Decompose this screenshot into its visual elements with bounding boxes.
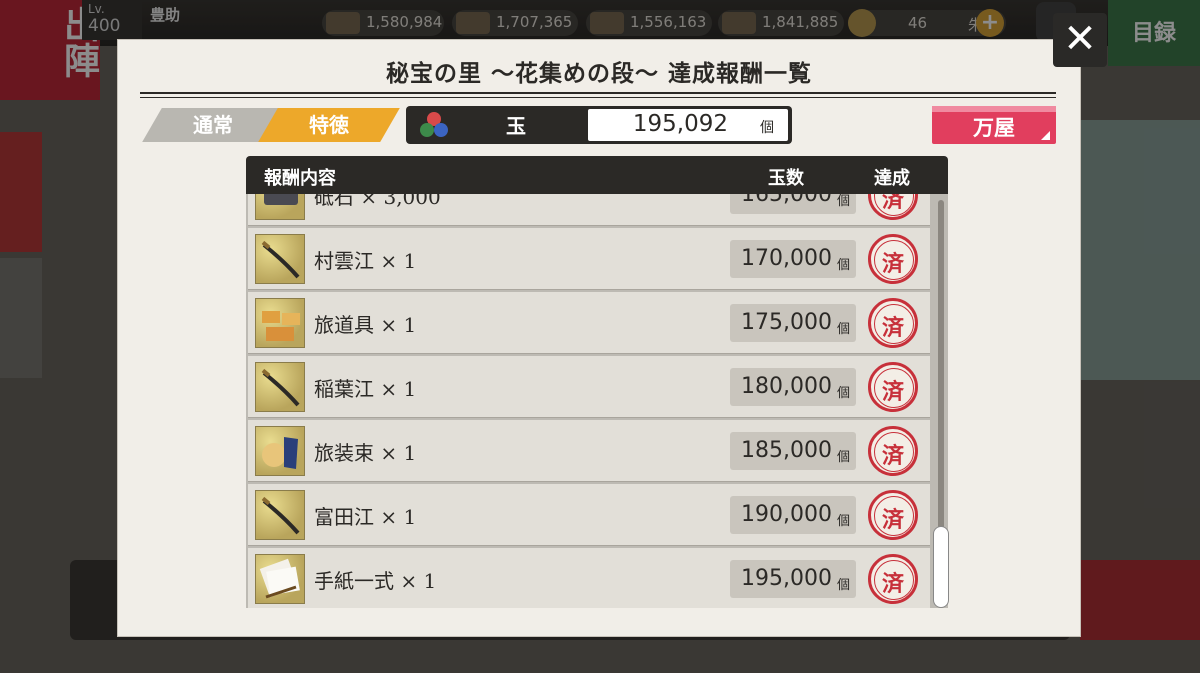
title-divider bbox=[140, 92, 1056, 94]
reward-amount: 175,000 bbox=[741, 310, 832, 335]
close-icon[interactable]: ✕ bbox=[1053, 13, 1107, 67]
reward-unit: 個 bbox=[836, 450, 850, 465]
reward-amount: 180,000 bbox=[741, 374, 832, 399]
reward-row: 稲葉江 × 1 180,000 個 済 bbox=[248, 356, 930, 418]
shop-button[interactable]: 万屋 bbox=[932, 106, 1056, 144]
completed-stamp-icon: 済 bbox=[868, 362, 918, 412]
gem-value-box: 195,092 個 bbox=[588, 109, 788, 141]
gem-label: 玉 bbox=[506, 114, 526, 138]
reward-unit: 個 bbox=[836, 322, 850, 337]
reward-name: 村雲江 × 1 bbox=[314, 249, 417, 273]
reward-row: 砥石 × 3,000 165,000 個 済 bbox=[248, 194, 930, 226]
gem-value: 195,092 bbox=[632, 111, 728, 137]
sword-icon bbox=[255, 234, 305, 284]
reward-gem-cost: 185,000 個 bbox=[730, 432, 856, 470]
stamp-label: 済 bbox=[881, 194, 904, 213]
reward-rows: 砥石 × 3,000 165,000 個 済 村雲江 × 1 170,000 個 bbox=[248, 194, 930, 608]
reward-row: 村雲江 × 1 170,000 個 済 bbox=[248, 228, 930, 290]
sword-icon bbox=[255, 490, 305, 540]
completed-stamp-icon: 済 bbox=[868, 490, 918, 540]
tab-special[interactable]: 特徳 bbox=[258, 108, 400, 142]
modal-title: 秘宝の里 ～花集めの段～ 達成報酬一覧 bbox=[385, 60, 812, 87]
reward-list[interactable]: 砥石 × 3,000 165,000 個 済 村雲江 × 1 170,000 個 bbox=[246, 194, 948, 608]
whetstone-icon bbox=[255, 194, 305, 220]
letter-set-icon bbox=[255, 554, 305, 604]
reward-amount: 165,000 bbox=[741, 194, 832, 207]
completed-stamp-icon: 済 bbox=[868, 298, 918, 348]
stamp-label: 済 bbox=[881, 379, 904, 405]
stamp-label: 済 bbox=[881, 443, 904, 469]
reward-name: 砥石 × 3,000 bbox=[314, 194, 441, 209]
sword-icon bbox=[255, 362, 305, 412]
reward-gem-cost: 190,000 個 bbox=[730, 496, 856, 534]
reward-unit: 個 bbox=[836, 258, 850, 273]
reward-row: 富田江 × 1 190,000 個 済 bbox=[248, 484, 930, 546]
reward-row: 旅装束 × 1 185,000 個 済 bbox=[248, 420, 930, 482]
scrollbar-thumb[interactable] bbox=[933, 526, 949, 608]
gem-unit: 個 bbox=[760, 120, 774, 136]
stamp-label: 済 bbox=[881, 251, 904, 277]
reward-name: 旅道具 × 1 bbox=[314, 313, 417, 337]
travel-outfit-icon bbox=[255, 426, 305, 476]
reward-unit: 個 bbox=[836, 514, 850, 529]
travel-kit-icon bbox=[255, 298, 305, 348]
reward-gem-cost: 170,000 個 bbox=[730, 240, 856, 278]
header-content: 報酬内容 bbox=[264, 168, 336, 189]
header-count: 玉数 bbox=[768, 168, 804, 189]
tab-special-label: 特徳 bbox=[309, 113, 349, 137]
reward-amount: 195,000 bbox=[741, 566, 832, 591]
reward-unit: 個 bbox=[836, 386, 850, 401]
completed-stamp-icon: 済 bbox=[868, 426, 918, 476]
reward-name: 富田江 × 1 bbox=[314, 505, 417, 529]
reward-name: 稲葉江 × 1 bbox=[314, 377, 417, 401]
reward-gem-cost: 175,000 個 bbox=[730, 304, 856, 342]
gem-icon bbox=[420, 112, 448, 137]
reward-amount: 190,000 bbox=[741, 502, 832, 527]
gem-counter: 玉 195,092 個 bbox=[406, 106, 792, 144]
reward-name: 旅装束 × 1 bbox=[314, 441, 417, 465]
header-done: 達成 bbox=[874, 168, 910, 189]
stamp-label: 済 bbox=[881, 507, 904, 533]
title-divider-thin bbox=[140, 97, 1056, 98]
reward-gem-cost: 180,000 個 bbox=[730, 368, 856, 406]
reward-gem-cost: 165,000 個 bbox=[730, 194, 856, 214]
completed-stamp-icon: 済 bbox=[868, 554, 918, 604]
stamp-label: 済 bbox=[881, 315, 904, 341]
reward-table-header: 報酬内容 玉数 達成 bbox=[246, 156, 948, 194]
reward-amount: 185,000 bbox=[741, 438, 832, 463]
reward-name: 手紙一式 × 1 bbox=[314, 569, 437, 593]
shop-button-label: 万屋 bbox=[973, 115, 1015, 140]
tab-normal-label: 通常 bbox=[193, 113, 233, 137]
reward-amount: 170,000 bbox=[741, 246, 832, 271]
corner-arrow-icon bbox=[1041, 131, 1050, 140]
reward-unit: 個 bbox=[836, 578, 850, 593]
reward-row: 手紙一式 × 1 195,000 個 済 bbox=[248, 548, 930, 608]
reward-list-modal: 秘宝の里 ～花集めの段～ 達成報酬一覧 通常 特徳 玉 195,092 個 万屋… bbox=[118, 40, 1080, 636]
stamp-label: 済 bbox=[881, 571, 904, 597]
reward-unit: 個 bbox=[836, 194, 850, 209]
reward-gem-cost: 195,000 個 bbox=[730, 560, 856, 598]
completed-stamp-icon: 済 bbox=[868, 234, 918, 284]
reward-row: 旅道具 × 1 175,000 個 済 bbox=[248, 292, 930, 354]
completed-stamp-icon: 済 bbox=[868, 194, 918, 220]
